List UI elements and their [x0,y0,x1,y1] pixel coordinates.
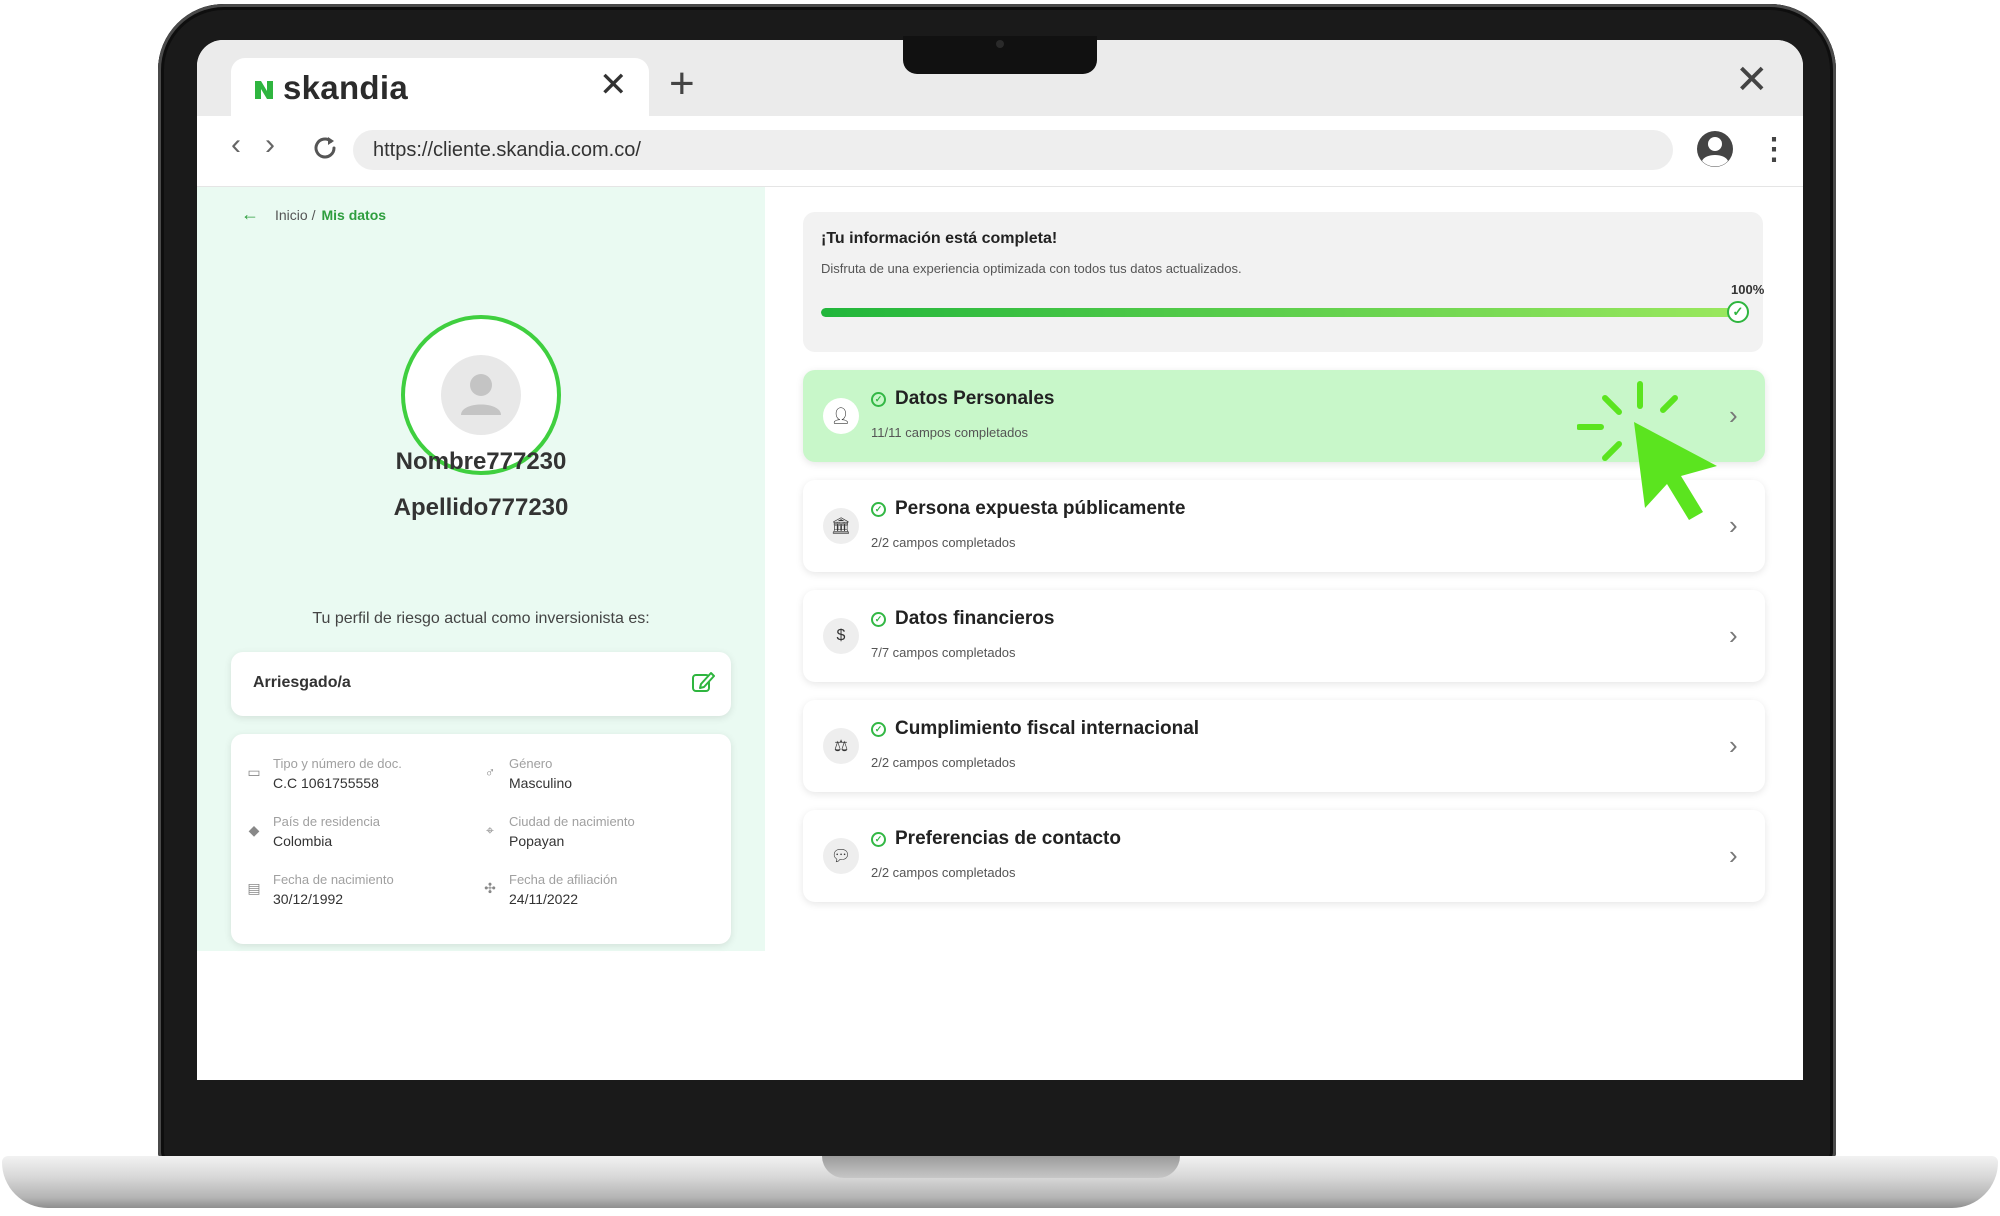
check-icon: ✓ [871,502,886,517]
info-label: Tipo y número de doc. [273,756,402,771]
section-subtitle: 11/11 campos completados [871,425,1029,440]
section-cumplimiento-fiscal[interactable]: ⚖︎ ✓ Cumplimiento fiscal internacional 2… [803,700,1765,792]
personal-info-card: ▭ Tipo y número de doc. C.C 1061755558 ♂ … [231,734,731,944]
section-title: Datos financieros [895,608,1055,629]
tab-title: skandia [283,69,408,106]
section-title: Preferencias de contacto [895,828,1121,849]
camera-icon [996,40,1004,48]
info-value: Popayan [509,833,565,849]
section-subtitle: 2/2 campos completados [871,755,1016,770]
check-icon: ✓ [871,392,886,407]
section-title: Cumplimiento fiscal internacional [895,718,1200,739]
url-text: https://cliente.skandia.com.co/ [373,139,641,161]
reload-icon[interactable] [309,132,341,164]
last-name: Apellido777230 [393,494,569,521]
map-pin-icon: ⌖ [486,822,494,838]
info-label: Ciudad de nacimiento [509,814,635,829]
section-title: Persona expuesta públicamente [895,498,1186,519]
handshake-icon: ✣ [484,880,496,896]
chevron-right-icon: › [1729,730,1738,760]
check-icon: ✓ [871,722,886,737]
cake-icon: ▤ [247,880,261,896]
edit-icon[interactable] [691,670,715,694]
info-label: Fecha de nacimiento [273,872,394,887]
info-label: País de residencia [273,814,380,829]
risk-caption: Tu perfil de riesgo actual como inversio… [312,610,650,627]
info-birth-city: ⌖ Ciudad de nacimiento Popayan [481,814,635,849]
chevron-right-icon: › [1729,400,1738,430]
progress-bar [821,308,1739,317]
info-residence: ◆ País de residencia Colombia [245,814,380,849]
breadcrumb-current: Mis datos [321,206,387,223]
info-label: Fecha de afiliación [509,872,618,887]
section-subtitle: 7/7 campos completados [871,645,1016,660]
chevron-right-icon: › [1729,840,1738,870]
skandia-logo-icon [255,81,273,99]
id-card-icon: ▭ [247,764,261,780]
section-title: Datos Personales [895,388,1055,409]
info-gender: ♂ Género Masculino [481,756,572,791]
user-icon [441,355,521,435]
tab-close-icon[interactable]: ✕ [599,68,628,102]
completion-title: ¡Tu información está completa! [821,230,1058,247]
person-icon: 👤︎ [823,398,859,434]
progress-fill [821,308,1739,317]
click-cursor-icon [1577,381,1717,520]
breadcrumb: ← Inicio / Mis datos [241,204,386,225]
info-value: C.C 1061755558 [273,775,379,791]
info-value: 30/12/1992 [273,891,344,907]
chevron-right-icon: › [1729,510,1738,540]
check-icon: ✓ [871,612,886,627]
breadcrumb-home[interactable]: Inicio / [275,207,315,223]
laptop-base-notch [822,1156,1180,1178]
info-value: Masculino [509,775,573,791]
back-arrow-icon[interactable]: ← [241,204,259,225]
location-icon: ◆ [248,822,260,838]
bank-icon: 🏛︎ [823,508,859,544]
risk-profile-value: Arriesgado/a [253,674,351,691]
check-icon: ✓ [871,832,886,847]
skandia-logo: skandia [253,69,408,106]
info-document: ▭ Tipo y número de doc. C.C 1061755558 [245,756,402,791]
scale-icon: ⚖︎ [823,728,859,764]
section-subtitle: 2/2 campos completados [871,865,1016,880]
section-subtitle: 2/2 campos completados [871,535,1016,550]
section-preferencias-contacto[interactable]: 💬︎ ✓ Preferencias de contacto 2/2 campos… [803,810,1765,902]
dollar-icon: $ [823,618,859,654]
info-value: 24/11/2022 [509,891,579,907]
completion-subtitle: Disfruta de una experiencia optimizada c… [821,261,1242,276]
laptop-screen: skandia ✕ + ✕ ‹ › https://cliente.skandi… [197,40,1803,1080]
window-close-icon[interactable]: ✕ [1735,60,1769,100]
info-label: Género [509,756,553,771]
chevron-right-icon: › [1729,620,1738,650]
gender-icon: ♂ [484,764,496,780]
new-tab-button[interactable]: + [669,62,695,106]
forward-icon[interactable]: › [265,130,275,160]
chat-icon: 💬︎ [823,838,859,874]
info-birth-date: ▤ Fecha de nacimiento 30/12/1992 [245,872,394,907]
info-affiliation-date: ✣ Fecha de afiliación 24/11/2022 [481,872,617,907]
back-icon[interactable]: ‹ [231,130,241,160]
section-datos-financieros[interactable]: $ ✓ Datos financieros 7/7 campos complet… [803,590,1765,682]
menu-icon[interactable]: ⋮ [1759,130,1789,170]
info-value: Colombia [273,833,333,849]
progress-check-icon: ✓ [1727,301,1749,323]
first-name: Nombre777230 [395,448,567,475]
account-icon[interactable] [1695,129,1735,169]
completion-percent: 100% [1731,282,1765,297]
